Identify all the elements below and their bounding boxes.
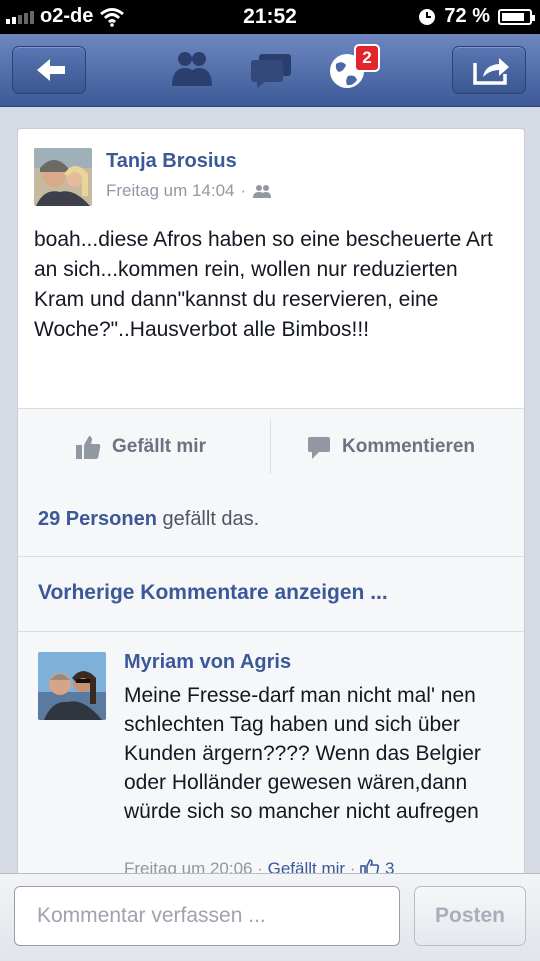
- post-time[interactable]: Freitag um 14:04: [106, 181, 235, 201]
- share-icon: [473, 58, 509, 85]
- post-button[interactable]: Posten: [414, 886, 526, 946]
- post-body: boah...diese Afros haben so eine bescheu…: [34, 228, 493, 341]
- comment-profile-photo: [38, 652, 106, 720]
- compose-bar: Posten: [0, 873, 540, 961]
- friends-icon: [253, 185, 272, 198]
- battery-icon: [498, 8, 535, 25]
- comment-item: Myriam von Agris Meine Fresse-darf man n…: [18, 632, 524, 874]
- status-right: 72 %: [418, 5, 535, 28]
- comment-body: Meine Fresse-darf man nicht mal' nen sch…: [124, 684, 481, 823]
- likes-text: 29 Personen gefällt das.: [38, 508, 259, 531]
- likes-summary[interactable]: 29 Personen gefällt das.: [18, 484, 524, 557]
- back-button[interactable]: [12, 46, 86, 94]
- post-meta: Freitag um 14:04 ·: [106, 181, 272, 201]
- meta-separator: ·: [240, 181, 247, 200]
- actions-divider: [270, 419, 271, 474]
- notification-count: 2: [362, 48, 372, 67]
- post-author[interactable]: Tanja Brosius: [106, 150, 237, 173]
- back-arrow-icon: [37, 59, 65, 81]
- share-button[interactable]: [452, 46, 526, 94]
- author-avatar[interactable]: [34, 148, 92, 206]
- likes-count[interactable]: 29 Personen: [38, 508, 157, 530]
- clock-icon: [419, 8, 436, 25]
- status-bar: o2-de 21:52 72 %: [0, 0, 540, 34]
- comment-button[interactable]: Kommentieren: [306, 409, 475, 484]
- comment-input[interactable]: [14, 886, 400, 946]
- notification-badge: 2: [354, 44, 380, 72]
- like-button[interactable]: Gefällt mir: [74, 409, 206, 484]
- like-label: Gefällt mir: [112, 435, 206, 457]
- friend-requests-icon[interactable]: [168, 48, 216, 90]
- nav-bar: 2: [0, 34, 540, 107]
- battery-percent: 72 %: [444, 5, 490, 27]
- comment-avatar[interactable]: [38, 652, 106, 720]
- thumbs-up-icon: [76, 435, 101, 459]
- messages-icon[interactable]: [247, 48, 295, 90]
- profile-photo: [34, 148, 92, 206]
- previous-comments-label: Vorherige Kommentare anzeigen ...: [38, 581, 388, 604]
- post-card: Tanja Brosius Freitag um 14:04 · boah...…: [17, 128, 525, 875]
- comment-author[interactable]: Myriam von Agris: [124, 651, 291, 674]
- previous-comments-link[interactable]: Vorherige Kommentare anzeigen ...: [18, 557, 524, 632]
- comment-bubble-icon: [308, 436, 330, 459]
- likes-suffix: gefällt das.: [156, 508, 260, 530]
- avatar[interactable]: [34, 148, 92, 206]
- post-actions: Gefällt mir Kommentieren: [18, 408, 524, 485]
- comment-label: Kommentieren: [342, 435, 476, 457]
